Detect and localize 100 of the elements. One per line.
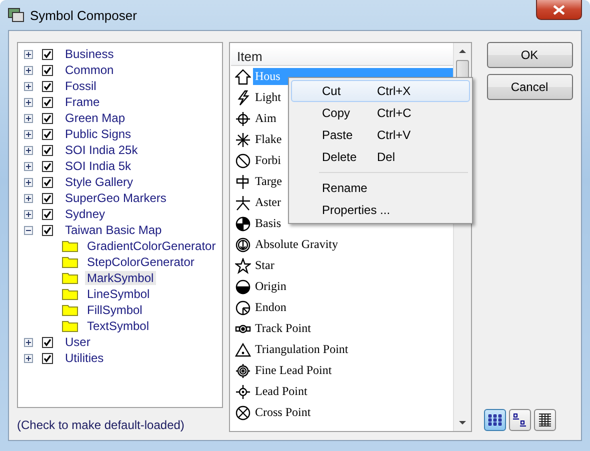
folder-icon [62,240,78,252]
symbol-name[interactable]: Forbi [253,152,284,169]
app-icon [8,8,24,22]
tree-item[interactable]: Common [63,63,116,77]
triangle-icon [235,342,251,358]
small-icons-view-icon [513,413,527,427]
symbol-name[interactable]: Basis [253,215,284,232]
checkbox[interactable] [42,80,53,92]
hint-text: (Check to make default-loaded) [17,418,186,432]
tree-item[interactable]: SOI India 5k [63,159,134,173]
tree-item[interactable]: GradientColorGenerator [85,239,218,253]
checkbox[interactable] [42,48,53,60]
tree-item[interactable]: Frame [63,95,102,109]
menu-item[interactable]: Rename [291,177,470,199]
expand-icon[interactable] [24,114,33,122]
asterisk-icon [235,132,251,148]
tree-item[interactable]: StepColorGenerator [85,255,196,269]
expand-icon[interactable] [24,98,33,106]
symbol-name[interactable]: Triangulation Point [253,341,350,358]
view-mode-button[interactable] [534,409,556,431]
expand-icon[interactable] [24,178,33,186]
symbol-name[interactable]: Lead Point [253,383,310,400]
checkbox[interactable] [42,144,53,156]
star-icon [235,258,251,274]
checkbox[interactable] [42,352,53,364]
view-mode-button[interactable] [484,409,506,431]
tree-item[interactable]: Public Signs [63,127,134,141]
expand-icon[interactable] [24,194,33,202]
checkbox[interactable] [42,176,53,188]
expand-icon[interactable] [24,354,33,362]
menu-item[interactable]: Paste Ctrl+V [291,124,470,146]
checkbox[interactable] [42,192,53,204]
symbol-name[interactable]: Aim [253,110,278,127]
expand-icon[interactable] [24,162,33,170]
expand-icon[interactable] [24,210,33,218]
tree-item[interactable]: FillSymbol [85,303,144,317]
crosshair-icon [235,110,251,126]
tree-item[interactable]: Taiwan Basic Map [63,223,164,237]
menu-item[interactable]: Copy Ctrl+C [291,102,470,124]
folder-icon [62,320,78,332]
target-icon [235,362,251,378]
tree-item[interactable]: Style Gallery [63,175,136,189]
symbol-name[interactable]: Light [253,89,283,106]
collapse-icon[interactable] [24,226,33,234]
expand-icon[interactable] [24,338,33,346]
lightning-icon [235,90,251,106]
quartered-circle-icon [235,216,251,232]
checkbox[interactable] [42,112,53,124]
symbol-name[interactable]: Targe [253,173,284,190]
half-filled-circle-icon [235,278,251,294]
close-icon [553,4,565,14]
no-entry-icon [235,152,251,168]
folder-icon [62,272,78,284]
symbol-name[interactable]: Origin [253,278,288,295]
tree-item[interactable]: SuperGeo Markers [63,191,168,205]
tree-item[interactable]: SOI India 25k [63,143,140,157]
menu-item[interactable]: Cut Ctrl+X [291,80,470,102]
tree-item[interactable]: Green Map [63,111,128,125]
checkbox[interactable] [42,96,53,108]
expand-icon[interactable] [24,66,33,74]
folder-icon [62,288,78,300]
tree-item[interactable]: Sydney [63,207,108,221]
crossed-circle-icon [235,404,251,420]
expand-icon[interactable] [24,146,33,154]
checkbox[interactable] [42,160,53,172]
symbol-name[interactable]: Star [253,257,276,274]
view-mode-button[interactable] [509,409,531,431]
menu-item[interactable]: Properties ... [291,199,470,221]
symbol-name[interactable]: Absolute Gravity [253,236,340,253]
details-view-icon [538,413,552,427]
tree-item[interactable]: MarkSymbol [85,271,156,285]
checkbox[interactable] [42,336,53,348]
tree-item[interactable]: User [63,335,92,349]
tree-item[interactable]: Utilities [63,351,106,365]
symbol-name[interactable]: Aster [253,194,283,211]
menu-item[interactable]: Delete Del [291,146,470,168]
dialog-button[interactable]: Cancel [486,74,572,100]
dialog-button[interactable]: OK [486,42,572,68]
signpost-icon [235,174,251,190]
symbol-name[interactable]: Endon [253,299,288,316]
tree-item[interactable]: Fossil [63,79,98,93]
checkbox[interactable] [42,64,53,76]
tree-item[interactable]: TextSymbol [85,319,152,333]
symbol-name[interactable]: Track Point [253,320,313,337]
window-title: Symbol Composer [30,8,137,22]
checkbox[interactable] [42,128,53,140]
close-button[interactable] [536,0,582,20]
symbol-name[interactable]: Flake [253,131,284,148]
expand-icon[interactable] [24,50,33,58]
folder-icon [62,256,78,268]
tree-item[interactable]: Business [63,47,116,61]
expand-icon[interactable] [24,82,33,90]
tree-item[interactable]: LineSymbol [85,287,152,301]
circle-corner-icon [235,300,251,316]
expand-icon[interactable] [24,130,33,138]
checkbox[interactable] [42,224,53,236]
symbol-name[interactable]: Cross Point [253,404,313,421]
down-arrow-circle-icon [235,236,251,252]
checkbox[interactable] [42,208,53,220]
symbol-name[interactable]: Fine Lead Point [253,362,334,379]
